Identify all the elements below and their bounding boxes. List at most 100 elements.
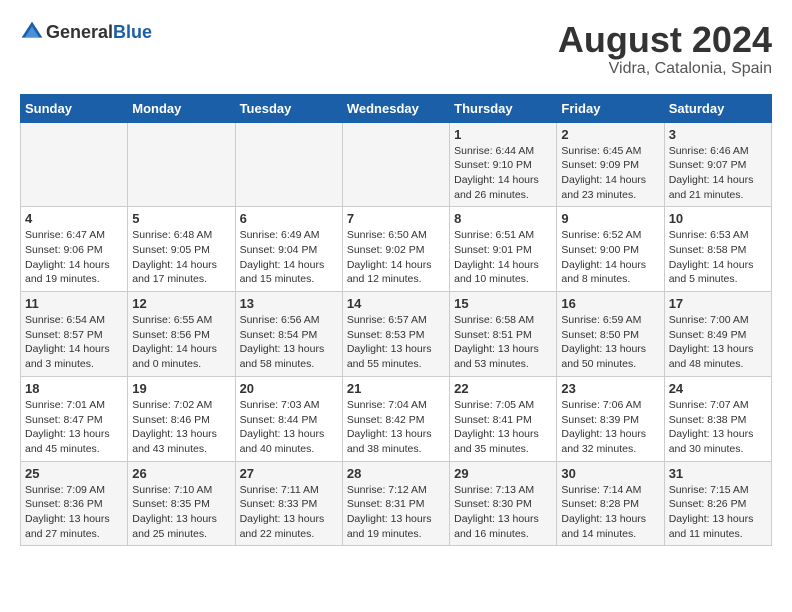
day-number: 24: [669, 381, 767, 396]
day-number: 14: [347, 296, 445, 311]
calendar-cell: 21 Sunrise: 7:04 AM Sunset: 8:42 PM Dayli…: [342, 376, 449, 461]
day-number: 16: [561, 296, 659, 311]
day-info: Sunrise: 7:03 AM Sunset: 8:44 PM Dayligh…: [240, 398, 338, 457]
day-number: 2: [561, 127, 659, 142]
calendar-cell: 26 Sunrise: 7:10 AM Sunset: 8:35 PM Dayli…: [128, 461, 235, 546]
day-number: 12: [132, 296, 230, 311]
day-info: Sunrise: 6:55 AM Sunset: 8:56 PM Dayligh…: [132, 313, 230, 372]
day-number: 28: [347, 466, 445, 481]
location: Vidra, Catalonia, Spain: [558, 60, 772, 78]
day-info: Sunrise: 6:58 AM Sunset: 8:51 PM Dayligh…: [454, 313, 552, 372]
day-number: 27: [240, 466, 338, 481]
day-number: 29: [454, 466, 552, 481]
calendar-cell: 5 Sunrise: 6:48 AM Sunset: 9:05 PM Daylig…: [128, 207, 235, 292]
month-year: August 2024: [558, 20, 772, 60]
day-number: 31: [669, 466, 767, 481]
day-info: Sunrise: 7:12 AM Sunset: 8:31 PM Dayligh…: [347, 483, 445, 542]
calendar-cell: [235, 122, 342, 207]
calendar-cell: 16 Sunrise: 6:59 AM Sunset: 8:50 PM Dayli…: [557, 292, 664, 377]
day-info: Sunrise: 7:15 AM Sunset: 8:26 PM Dayligh…: [669, 483, 767, 542]
day-info: Sunrise: 6:53 AM Sunset: 8:58 PM Dayligh…: [669, 228, 767, 287]
day-number: 25: [25, 466, 123, 481]
calendar-cell: 17 Sunrise: 7:00 AM Sunset: 8:49 PM Dayli…: [664, 292, 771, 377]
day-info: Sunrise: 7:02 AM Sunset: 8:46 PM Dayligh…: [132, 398, 230, 457]
calendar-cell: 6Sunrise: 6:49 AM Sunset: 9:04 PM Daylig…: [235, 207, 342, 292]
day-info: Sunrise: 7:05 AM Sunset: 8:41 PM Dayligh…: [454, 398, 552, 457]
day-number: 23: [561, 381, 659, 396]
calendar-cell: 7 Sunrise: 6:50 AM Sunset: 9:02 PM Daylig…: [342, 207, 449, 292]
day-number: 13: [240, 296, 338, 311]
day-info: Sunrise: 7:04 AM Sunset: 8:42 PM Dayligh…: [347, 398, 445, 457]
day-number: 17: [669, 296, 767, 311]
day-info: Sunrise: 6:45 AM Sunset: 9:09 PM Dayligh…: [561, 144, 659, 203]
day-info: Sunrise: 7:00 AM Sunset: 8:49 PM Dayligh…: [669, 313, 767, 372]
day-info: Sunrise: 6:59 AM Sunset: 8:50 PM Dayligh…: [561, 313, 659, 372]
day-info: Sunrise: 7:01 AM Sunset: 8:47 PM Dayligh…: [25, 398, 123, 457]
calendar-cell: 23Sunrise: 7:06 AM Sunset: 8:39 PM Dayli…: [557, 376, 664, 461]
title-block: August 2024 Vidra, Catalonia, Spain: [558, 20, 772, 78]
day-number: 1: [454, 127, 552, 142]
logo-general: General: [46, 22, 113, 42]
day-info: Sunrise: 6:50 AM Sunset: 9:02 PM Dayligh…: [347, 228, 445, 287]
day-number: 3: [669, 127, 767, 142]
day-info: Sunrise: 6:47 AM Sunset: 9:06 PM Dayligh…: [25, 228, 123, 287]
calendar-cell: [21, 122, 128, 207]
calendar-cell: 2 Sunrise: 6:45 AM Sunset: 9:09 PM Daylig…: [557, 122, 664, 207]
calendar-cell: 11 Sunrise: 6:54 AM Sunset: 8:57 PM Dayli…: [21, 292, 128, 377]
column-header-tuesday: Tuesday: [235, 94, 342, 122]
day-info: Sunrise: 6:51 AM Sunset: 9:01 PM Dayligh…: [454, 228, 552, 287]
calendar-week-row: 25Sunrise: 7:09 AM Sunset: 8:36 PM Dayli…: [21, 461, 772, 546]
day-info: Sunrise: 7:07 AM Sunset: 8:38 PM Dayligh…: [669, 398, 767, 457]
calendar-cell: 18Sunrise: 7:01 AM Sunset: 8:47 PM Dayli…: [21, 376, 128, 461]
day-info: Sunrise: 6:48 AM Sunset: 9:05 PM Dayligh…: [132, 228, 230, 287]
calendar-cell: 30Sunrise: 7:14 AM Sunset: 8:28 PM Dayli…: [557, 461, 664, 546]
column-header-thursday: Thursday: [450, 94, 557, 122]
day-info: Sunrise: 6:54 AM Sunset: 8:57 PM Dayligh…: [25, 313, 123, 372]
calendar-cell: 20 Sunrise: 7:03 AM Sunset: 8:44 PM Dayli…: [235, 376, 342, 461]
calendar-week-row: 18Sunrise: 7:01 AM Sunset: 8:47 PM Dayli…: [21, 376, 772, 461]
calendar-cell: 24 Sunrise: 7:07 AM Sunset: 8:38 PM Dayli…: [664, 376, 771, 461]
calendar-table: SundayMondayTuesdayWednesdayThursdayFrid…: [20, 94, 772, 547]
day-number: 15: [454, 296, 552, 311]
calendar-header-row: SundayMondayTuesdayWednesdayThursdayFrid…: [21, 94, 772, 122]
calendar-cell: 28 Sunrise: 7:12 AM Sunset: 8:31 PM Dayli…: [342, 461, 449, 546]
logo-icon: [20, 20, 44, 44]
day-info: Sunrise: 7:13 AM Sunset: 8:30 PM Dayligh…: [454, 483, 552, 542]
calendar-cell: 9 Sunrise: 6:52 AM Sunset: 9:00 PM Daylig…: [557, 207, 664, 292]
column-header-monday: Monday: [128, 94, 235, 122]
calendar-cell: 8 Sunrise: 6:51 AM Sunset: 9:01 PM Daylig…: [450, 207, 557, 292]
day-number: 9: [561, 211, 659, 226]
column-header-saturday: Saturday: [664, 94, 771, 122]
day-number: 4: [25, 211, 123, 226]
day-number: 7: [347, 211, 445, 226]
day-number: 5: [132, 211, 230, 226]
day-info: Sunrise: 6:57 AM Sunset: 8:53 PM Dayligh…: [347, 313, 445, 372]
column-header-sunday: Sunday: [21, 94, 128, 122]
day-number: 20: [240, 381, 338, 396]
calendar-cell: 22Sunrise: 7:05 AM Sunset: 8:41 PM Dayli…: [450, 376, 557, 461]
day-number: 11: [25, 296, 123, 311]
day-number: 21: [347, 381, 445, 396]
day-number: 26: [132, 466, 230, 481]
day-info: Sunrise: 6:44 AM Sunset: 9:10 PM Dayligh…: [454, 144, 552, 203]
column-header-friday: Friday: [557, 94, 664, 122]
day-info: Sunrise: 6:49 AM Sunset: 9:04 PM Dayligh…: [240, 228, 338, 287]
logo: GeneralBlue: [20, 20, 152, 44]
day-info: Sunrise: 6:56 AM Sunset: 8:54 PM Dayligh…: [240, 313, 338, 372]
column-header-wednesday: Wednesday: [342, 94, 449, 122]
calendar-week-row: 11 Sunrise: 6:54 AM Sunset: 8:57 PM Dayli…: [21, 292, 772, 377]
calendar-cell: 19 Sunrise: 7:02 AM Sunset: 8:46 PM Dayli…: [128, 376, 235, 461]
day-info: Sunrise: 6:46 AM Sunset: 9:07 PM Dayligh…: [669, 144, 767, 203]
page-header: GeneralBlue August 2024 Vidra, Catalonia…: [20, 20, 772, 78]
day-number: 19: [132, 381, 230, 396]
calendar-cell: 1 Sunrise: 6:44 AM Sunset: 9:10 PM Daylig…: [450, 122, 557, 207]
calendar-cell: 3 Sunrise: 6:46 AM Sunset: 9:07 PM Daylig…: [664, 122, 771, 207]
day-info: Sunrise: 7:11 AM Sunset: 8:33 PM Dayligh…: [240, 483, 338, 542]
day-info: Sunrise: 7:10 AM Sunset: 8:35 PM Dayligh…: [132, 483, 230, 542]
day-number: 10: [669, 211, 767, 226]
day-number: 8: [454, 211, 552, 226]
calendar-cell: 25Sunrise: 7:09 AM Sunset: 8:36 PM Dayli…: [21, 461, 128, 546]
calendar-cell: 10 Sunrise: 6:53 AM Sunset: 8:58 PM Dayli…: [664, 207, 771, 292]
day-info: Sunrise: 6:52 AM Sunset: 9:00 PM Dayligh…: [561, 228, 659, 287]
calendar-week-row: 1 Sunrise: 6:44 AM Sunset: 9:10 PM Daylig…: [21, 122, 772, 207]
